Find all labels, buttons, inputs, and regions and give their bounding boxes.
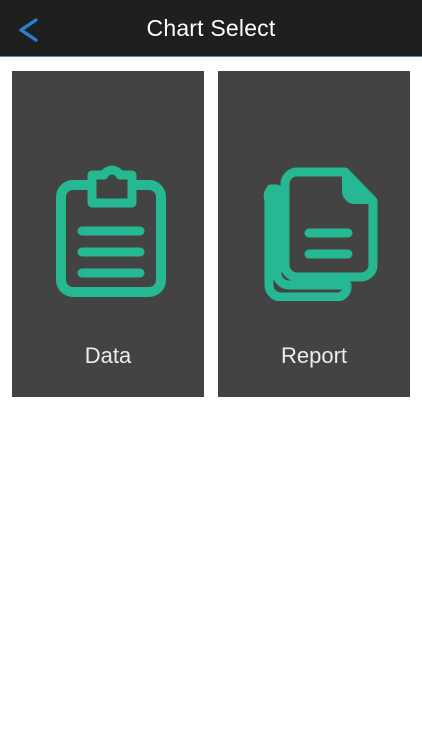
clipboard-icon [12, 161, 204, 311]
navigation-bar: Chart Select [0, 0, 422, 57]
data-tile-label: Data [84, 343, 132, 368]
data-tile[interactable]: Data [12, 71, 204, 397]
documents-icon [218, 161, 410, 311]
report-tile[interactable]: Report [218, 71, 410, 397]
report-tile-label: Report [280, 343, 348, 368]
page-title: Chart Select [146, 15, 276, 41]
